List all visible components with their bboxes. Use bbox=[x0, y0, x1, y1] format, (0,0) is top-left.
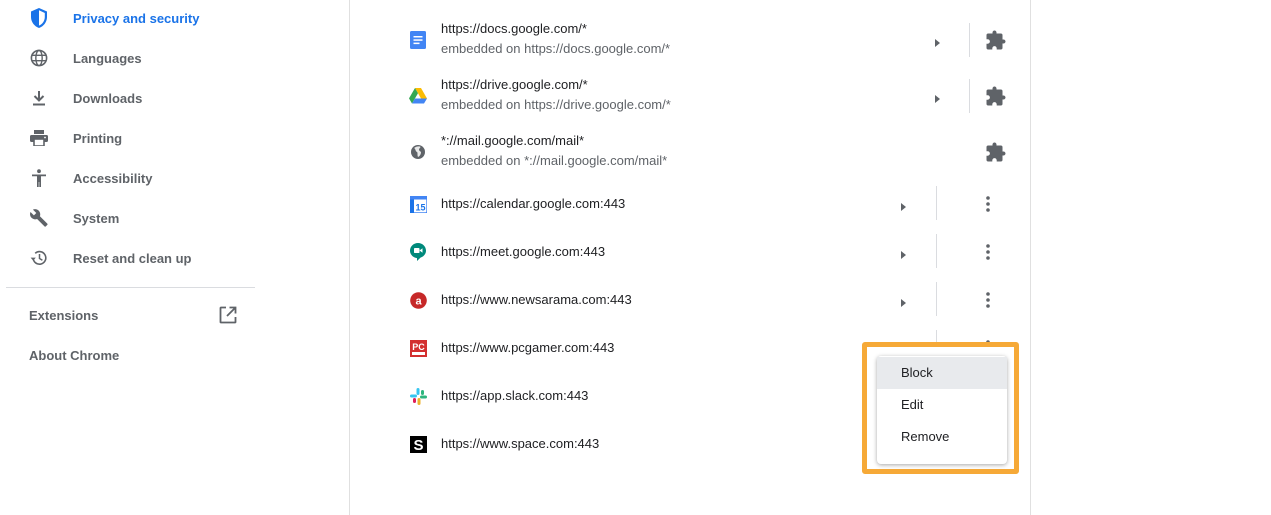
site-url: *://mail.google.com/mail* bbox=[441, 133, 585, 148]
site-url: https://drive.google.com/* bbox=[441, 77, 588, 92]
sidebar-item-extensions[interactable]: Extensions bbox=[29, 308, 98, 323]
site-row[interactable]: https://meet.google.com:443 bbox=[350, 232, 1030, 272]
sidebar-item-accessibility[interactable]: Accessibility bbox=[0, 158, 256, 198]
arrow-right-icon[interactable] bbox=[898, 295, 908, 307]
arrow-right-icon[interactable] bbox=[932, 35, 942, 47]
site-url: https://docs.google.com/* bbox=[441, 21, 587, 36]
accessibility-icon bbox=[29, 168, 49, 188]
sidebar-item-label: Downloads bbox=[73, 90, 143, 106]
shield-icon bbox=[29, 8, 49, 28]
space-icon: S bbox=[409, 435, 427, 453]
sidebar-item-about-chrome[interactable]: About Chrome bbox=[29, 348, 119, 363]
sidebar-item-label: Languages bbox=[73, 50, 142, 66]
globe-icon bbox=[409, 143, 427, 161]
puzzle-icon[interactable] bbox=[986, 86, 1006, 106]
google-calendar-icon: 15 bbox=[409, 195, 427, 213]
settings-sidebar: Privacy and security Languages Downloads… bbox=[0, 0, 260, 515]
context-menu: Block Edit Remove bbox=[877, 356, 1007, 464]
arrow-right-icon[interactable] bbox=[898, 247, 908, 259]
sidebar-item-downloads[interactable]: Downloads bbox=[0, 78, 256, 118]
history-icon bbox=[29, 248, 49, 268]
sidebar-item-reset-and-clean-up[interactable]: Reset and clean up bbox=[0, 238, 256, 278]
site-url: https://app.slack.com:443 bbox=[441, 388, 589, 403]
globe-icon bbox=[29, 48, 49, 68]
row-divider bbox=[969, 23, 970, 57]
site-url: https://www.space.com:443 bbox=[441, 436, 600, 451]
site-embedded-on: embedded on https://docs.google.com/* bbox=[441, 41, 671, 56]
sidebar-divider bbox=[6, 287, 255, 288]
slack-icon bbox=[409, 387, 427, 405]
sidebar-item-label: Accessibility bbox=[73, 170, 153, 186]
sidebar-item-languages[interactable]: Languages bbox=[0, 38, 256, 78]
sidebar-item-label: Printing bbox=[73, 130, 123, 146]
sidebar-item-label: Privacy and security bbox=[73, 10, 200, 26]
site-url: https://www.pcgamer.com:443 bbox=[441, 340, 615, 355]
menu-item-edit[interactable]: Edit bbox=[877, 389, 1007, 421]
sidebar-item-system[interactable]: System bbox=[0, 198, 256, 238]
site-row[interactable]: https://drive.google.com/* embedded on h… bbox=[350, 74, 1030, 118]
site-url: https://meet.google.com:443 bbox=[441, 244, 606, 259]
newsarama-icon: a bbox=[409, 291, 427, 309]
open-in-new-icon[interactable] bbox=[219, 306, 239, 326]
svg-text:a: a bbox=[415, 295, 422, 307]
row-divider bbox=[936, 282, 937, 316]
arrow-right-icon[interactable] bbox=[932, 91, 942, 103]
google-docs-icon bbox=[409, 31, 427, 49]
svg-text:PC: PC bbox=[412, 342, 425, 352]
download-icon bbox=[29, 88, 49, 108]
svg-text:S: S bbox=[413, 437, 423, 453]
row-divider bbox=[936, 234, 937, 268]
more-vert-icon[interactable] bbox=[978, 242, 998, 262]
site-url: https://calendar.google.com:443 bbox=[441, 196, 626, 211]
sidebar-item-privacy-and-security[interactable]: Privacy and security bbox=[0, 0, 256, 38]
menu-item-block[interactable]: Block bbox=[877, 357, 1007, 389]
site-embedded-on: embedded on https://drive.google.com/* bbox=[441, 97, 671, 112]
puzzle-icon[interactable] bbox=[986, 142, 1006, 162]
pcgamer-icon: PC bbox=[409, 339, 427, 357]
sidebar-item-printing[interactable]: Printing bbox=[0, 118, 256, 158]
more-vert-icon[interactable] bbox=[978, 194, 998, 214]
svg-text:15: 15 bbox=[415, 202, 425, 212]
sidebar-item-label: System bbox=[73, 210, 120, 226]
arrow-right-icon[interactable] bbox=[898, 199, 908, 211]
site-embedded-on: embedded on *://mail.google.com/mail* bbox=[441, 153, 668, 168]
site-row[interactable]: https://docs.google.com/* embedded on ht… bbox=[350, 18, 1030, 62]
puzzle-icon[interactable] bbox=[986, 30, 1006, 50]
google-meet-icon bbox=[409, 243, 427, 261]
printer-icon bbox=[29, 128, 49, 148]
site-url: https://www.newsarama.com:443 bbox=[441, 292, 632, 307]
site-row[interactable]: a https://www.newsarama.com:443 bbox=[350, 280, 1030, 320]
row-divider bbox=[936, 186, 937, 220]
site-row[interactable]: *://mail.google.com/mail* embedded on *:… bbox=[350, 130, 1030, 174]
row-divider bbox=[969, 79, 970, 113]
more-vert-icon[interactable] bbox=[978, 290, 998, 310]
site-row[interactable]: 15 https://calendar.google.com:443 bbox=[350, 184, 1030, 224]
google-drive-icon bbox=[409, 87, 427, 105]
sidebar-item-label: Reset and clean up bbox=[73, 250, 192, 266]
wrench-icon bbox=[29, 208, 49, 228]
menu-item-remove[interactable]: Remove bbox=[877, 421, 1007, 453]
